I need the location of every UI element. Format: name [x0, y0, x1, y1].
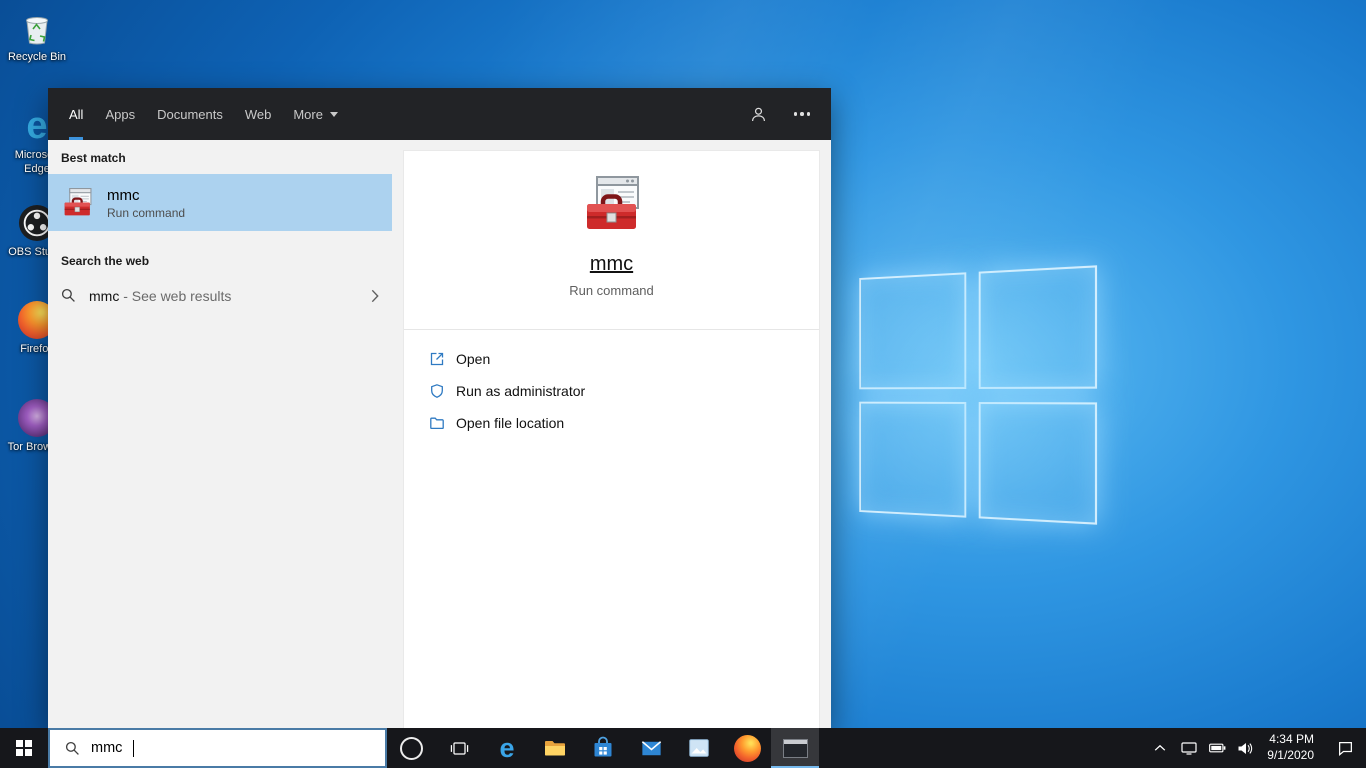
tab-web-label: Web: [244, 106, 272, 122]
windows-logo-icon: [859, 265, 1098, 525]
taskbar-app-mail[interactable]: [627, 728, 675, 768]
windows-logo-pane: [978, 265, 1098, 389]
more-options-button[interactable]: [783, 95, 821, 133]
chevron-right-icon[interactable]: [371, 289, 379, 303]
best-match-text: mmc Run command: [107, 185, 185, 221]
action-label: Open file location: [456, 415, 565, 431]
task-view-button[interactable]: [435, 728, 483, 768]
mail-icon: [641, 740, 661, 755]
mmc-icon: [61, 186, 94, 219]
tab-all-label: All: [69, 106, 84, 122]
preview-column: mmc Run command Open Run as administrato…: [392, 140, 831, 728]
web-search-result[interactable]: mmc - See web results: [48, 277, 392, 314]
tab-documents-label: Documents: [157, 106, 223, 122]
tab-apps[interactable]: Apps: [94, 88, 146, 140]
windows-logo-pane: [978, 401, 1098, 525]
taskbar-app-store[interactable]: [579, 728, 627, 768]
result-title: mmc: [107, 186, 140, 204]
taskbar-search-input[interactable]: mmc: [48, 728, 387, 768]
result-subtitle: Run command: [107, 206, 186, 221]
preview-card: mmc Run command Open Run as administrato…: [403, 150, 820, 728]
clock-date: 9/1/2020: [1267, 748, 1314, 762]
web-suffix: - See web results: [119, 287, 232, 304]
preview-subtitle: Run command: [569, 283, 654, 298]
recycle-bin-icon: [17, 8, 57, 48]
tray-battery-button[interactable]: [1203, 728, 1231, 768]
search-header-actions: [739, 95, 821, 133]
desktop-icon-recycle-bin[interactable]: Recycle Bin: [6, 8, 68, 65]
tab-documents[interactable]: Documents: [146, 88, 234, 140]
user-icon: [751, 107, 765, 121]
chevron-down-icon: [329, 111, 338, 117]
results-column: Best match mmc Run command Search the we…: [48, 140, 392, 728]
edge-icon: e: [499, 732, 515, 763]
tab-web[interactable]: Web: [234, 88, 283, 140]
search-icon: [61, 288, 76, 303]
taskbar-app-console-active[interactable]: [771, 728, 819, 768]
search-tabs-bar: All Apps Documents Web More: [48, 88, 831, 140]
volume-icon: [1238, 742, 1253, 754]
clock[interactable]: 4:34 PM 9/1/2020: [1259, 728, 1324, 768]
ellipsis-icon: [793, 112, 811, 116]
taskbar: mmc e 4:34 PM 9/1/2020: [0, 728, 1366, 768]
search-input-value: mmc: [91, 740, 123, 756]
action-run-as-administrator[interactable]: Run as administrator: [429, 375, 794, 407]
section-label-search-web: Search the web: [61, 254, 150, 268]
shield-icon: [429, 383, 445, 399]
action-label: Run as administrator: [456, 383, 586, 399]
tab-apps-label: Apps: [105, 106, 136, 122]
battery-icon: [1208, 743, 1226, 753]
start-button[interactable]: [0, 728, 48, 768]
action-center-button[interactable]: [1324, 728, 1366, 768]
tray-display-button[interactable]: [1175, 728, 1203, 768]
action-label: Open: [456, 351, 491, 367]
best-match-result[interactable]: mmc Run command: [48, 174, 392, 231]
tray-volume-button[interactable]: [1231, 728, 1259, 768]
taskbar-app-firefox[interactable]: [723, 728, 771, 768]
microsoft-store-icon: [594, 736, 612, 757]
tray-expand-button[interactable]: [1145, 728, 1175, 768]
search-icon: [65, 741, 80, 756]
photos-icon: [689, 739, 709, 757]
taskbar-app-photos[interactable]: [675, 728, 723, 768]
console-window-icon: [782, 738, 808, 758]
windows-logo-pane: [859, 272, 966, 389]
search-results-area: Best match mmc Run command Search the we…: [48, 140, 831, 728]
user-account-button[interactable]: [739, 95, 777, 133]
desktop-icon-label: Recycle Bin: [7, 51, 67, 63]
section-label-best-match: Best match: [61, 151, 126, 165]
tab-more[interactable]: More: [282, 88, 349, 140]
text-cursor: [133, 739, 135, 757]
chevron-up-icon: [1155, 744, 1166, 751]
task-view-icon: [450, 741, 468, 755]
monitor-icon: [1181, 742, 1197, 755]
cortana-button[interactable]: [387, 728, 435, 768]
folder-icon: [429, 415, 445, 431]
taskbar-app-file-explorer[interactable]: [531, 728, 579, 768]
action-open-file-location[interactable]: Open file location: [429, 407, 794, 439]
action-open[interactable]: Open: [429, 343, 794, 375]
clock-time: 4:34 PM: [1269, 732, 1314, 747]
windows-logo-pane: [859, 401, 966, 518]
web-query: mmc: [89, 287, 120, 304]
file-explorer-icon: [545, 741, 565, 756]
notification-icon: [1338, 741, 1352, 756]
tab-all[interactable]: All: [58, 88, 94, 140]
system-tray: 4:34 PM 9/1/2020: [1145, 728, 1366, 768]
web-result-text: mmc - See web results: [89, 288, 231, 304]
mmc-icon-large: [580, 172, 644, 236]
search-flyout: All Apps Documents Web More Best match m…: [48, 88, 831, 728]
open-icon: [429, 351, 445, 367]
windows-start-icon: [16, 740, 32, 756]
tab-more-label: More: [293, 106, 323, 122]
preview-actions: Open Run as administrator Open file loca…: [404, 330, 819, 452]
cortana-icon: [399, 736, 423, 760]
firefox-icon: [733, 734, 761, 762]
taskbar-app-edge[interactable]: e: [483, 728, 531, 768]
preview-title: mmc: [589, 253, 634, 275]
